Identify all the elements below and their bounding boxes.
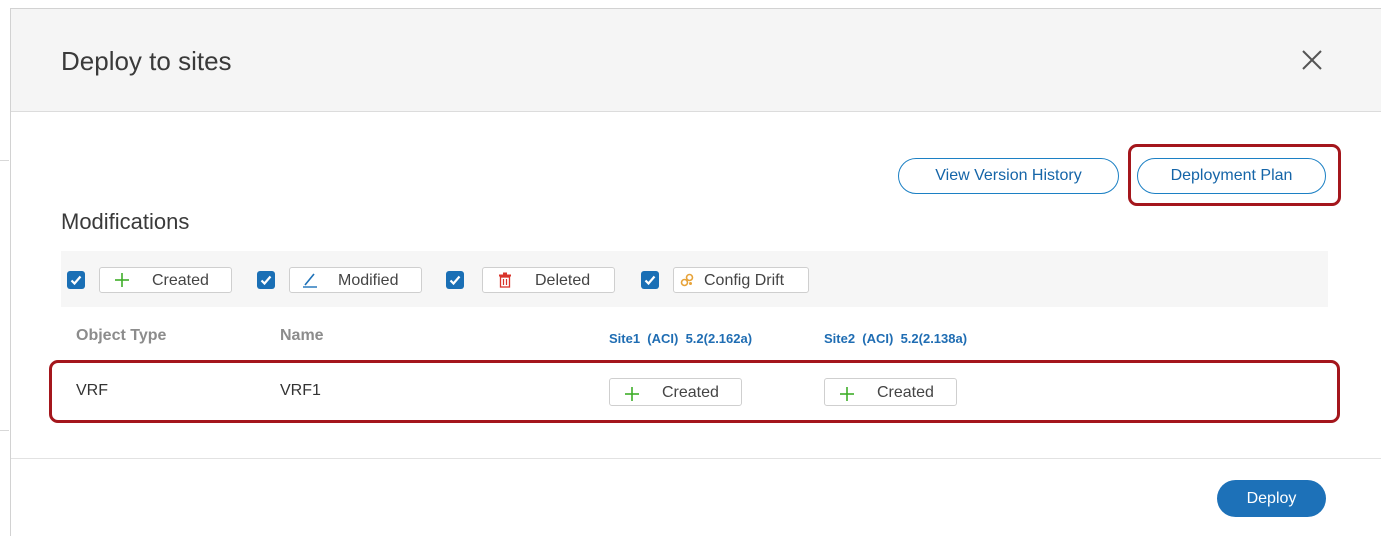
row-highlight	[49, 360, 1340, 423]
column-object-type: Object Type	[76, 327, 167, 344]
dialog-title: Deploy to sites	[61, 46, 232, 76]
deploy-button[interactable]: Deploy	[1217, 480, 1326, 517]
checkmark-icon	[260, 275, 272, 286]
config-drift-checkbox[interactable]	[641, 271, 659, 289]
pencil-icon	[298, 268, 322, 292]
checkmark-icon	[644, 275, 656, 286]
checkmark-icon	[449, 275, 461, 286]
modified-tag: Modified	[289, 267, 422, 293]
close-icon	[1302, 50, 1322, 70]
filter-created: Created	[67, 267, 237, 295]
view-version-history-button[interactable]: View Version History	[898, 158, 1119, 194]
created-tag: Created	[99, 267, 232, 293]
drift-icon	[676, 268, 698, 292]
column-site1: Site1 (ACI) 5.2(2.162a)	[609, 331, 753, 346]
deleted-tag: Deleted	[482, 267, 615, 293]
config-drift-label: Config Drift	[704, 272, 785, 289]
footer-divider	[11, 458, 1381, 459]
checkmark-icon	[70, 275, 82, 286]
created-label: Created	[152, 272, 209, 289]
modified-label: Modified	[338, 272, 399, 289]
config-drift-tag: Config Drift	[673, 267, 809, 293]
close-button[interactable]	[1297, 45, 1327, 75]
filter-config-drift: Config Drift	[641, 267, 831, 295]
edge-tick	[0, 430, 9, 431]
modifications-heading: Modifications	[61, 209, 190, 234]
created-checkbox[interactable]	[67, 271, 85, 289]
dialog-header: Deploy to sites	[11, 9, 1381, 112]
deleted-checkbox[interactable]	[446, 271, 464, 289]
column-name: Name	[280, 327, 324, 344]
edge-tick	[0, 160, 9, 161]
modified-checkbox[interactable]	[257, 271, 275, 289]
trash-icon	[493, 268, 517, 292]
deploy-dialog: Deploy to sites View Version History Dep…	[10, 8, 1381, 536]
filter-bar: Created Modified Deleted Config Drift	[61, 251, 1328, 307]
column-site2: Site2 (ACI) 5.2(2.138a)	[824, 331, 968, 346]
plus-icon	[110, 268, 134, 292]
filter-modified: Modified	[257, 267, 437, 295]
filter-deleted: Deleted	[446, 267, 626, 295]
page-edge	[0, 0, 10, 536]
deployment-plan-highlight	[1128, 144, 1341, 206]
deleted-label: Deleted	[535, 272, 591, 289]
